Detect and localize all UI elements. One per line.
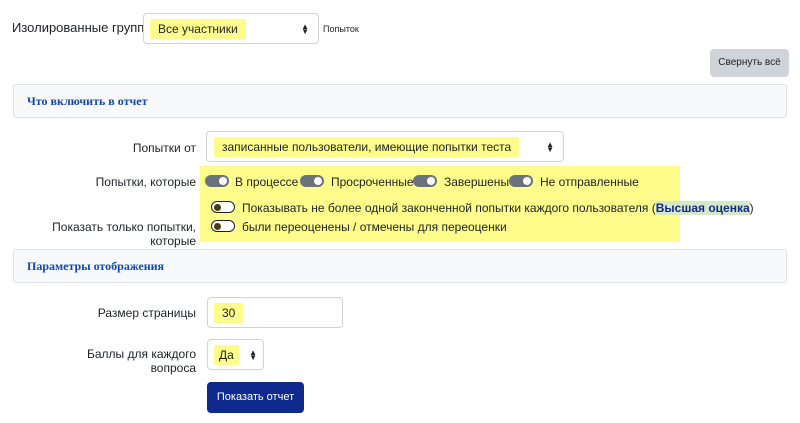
option-two-label: были переоценены / отмечены для переоцен… — [242, 220, 507, 234]
toggle-regraded[interactable] — [211, 220, 235, 232]
group-select[interactable]: Все участники ▲ ▼ — [143, 13, 319, 44]
toggle-only-one-attempt[interactable] — [211, 201, 235, 213]
marks-select[interactable]: Да ▲ ▼ — [207, 339, 264, 370]
page-size-value: 30 — [214, 303, 244, 323]
attempts-that-label: Попытки, которые — [95, 175, 196, 189]
group-label: Изолированные группы — [12, 20, 154, 35]
section-header-include[interactable]: Что включить в отчет — [13, 84, 787, 118]
section-title-include: Что включить в отчет — [27, 94, 148, 108]
option-one-prefix: Показывать не более одной законченной по… — [242, 201, 656, 215]
toggle-never-submitted-label: Не отправленные — [540, 175, 639, 189]
toggle-never-submitted[interactable] — [509, 175, 533, 187]
show-report-button[interactable]: Показать отчет — [207, 382, 304, 413]
show-only-label: Показать только попытки, которые — [52, 220, 196, 248]
toggle-finished[interactable] — [413, 175, 437, 187]
section-title-display: Параметры отображения — [27, 259, 165, 273]
collapse-all-button[interactable]: Свернуть всё — [710, 49, 789, 77]
attempts-from-label: Попытки от — [132, 141, 196, 155]
chevron-updown-icon: ▲ ▼ — [546, 139, 554, 154]
section-header-display[interactable]: Параметры отображения — [13, 249, 787, 283]
attempts-text: Попыток — [323, 24, 359, 34]
page-size-input[interactable]: 30 — [207, 297, 343, 328]
toggle-overdue[interactable] — [300, 175, 324, 187]
option-one-suffix: ) — [749, 201, 754, 215]
toggle-finished-label: Завершены — [444, 175, 510, 189]
attempts-from-value: записанные пользователи, имеющие попытки… — [214, 137, 520, 157]
option-one-label: Показывать не более одной законченной по… — [242, 201, 754, 215]
marks-value: Да — [214, 345, 239, 365]
toggle-in-progress-label: В процессе — [235, 175, 299, 189]
attempts-from-select[interactable]: записанные пользователи, имеющие попытки… — [206, 131, 564, 162]
group-select-value: Все участники — [150, 19, 246, 39]
chevron-updown-icon: ▲ ▼ — [249, 347, 257, 362]
chevron-updown-icon: ▲ ▼ — [301, 21, 309, 36]
marks-label: Баллы для каждого вопроса — [86, 347, 196, 375]
highest-grade-link[interactable]: Высшая оценка — [655, 201, 750, 215]
toggle-in-progress[interactable] — [205, 175, 229, 187]
toggle-overdue-label: Просроченные — [331, 175, 414, 189]
page-size-label: Размер страницы — [97, 306, 196, 320]
